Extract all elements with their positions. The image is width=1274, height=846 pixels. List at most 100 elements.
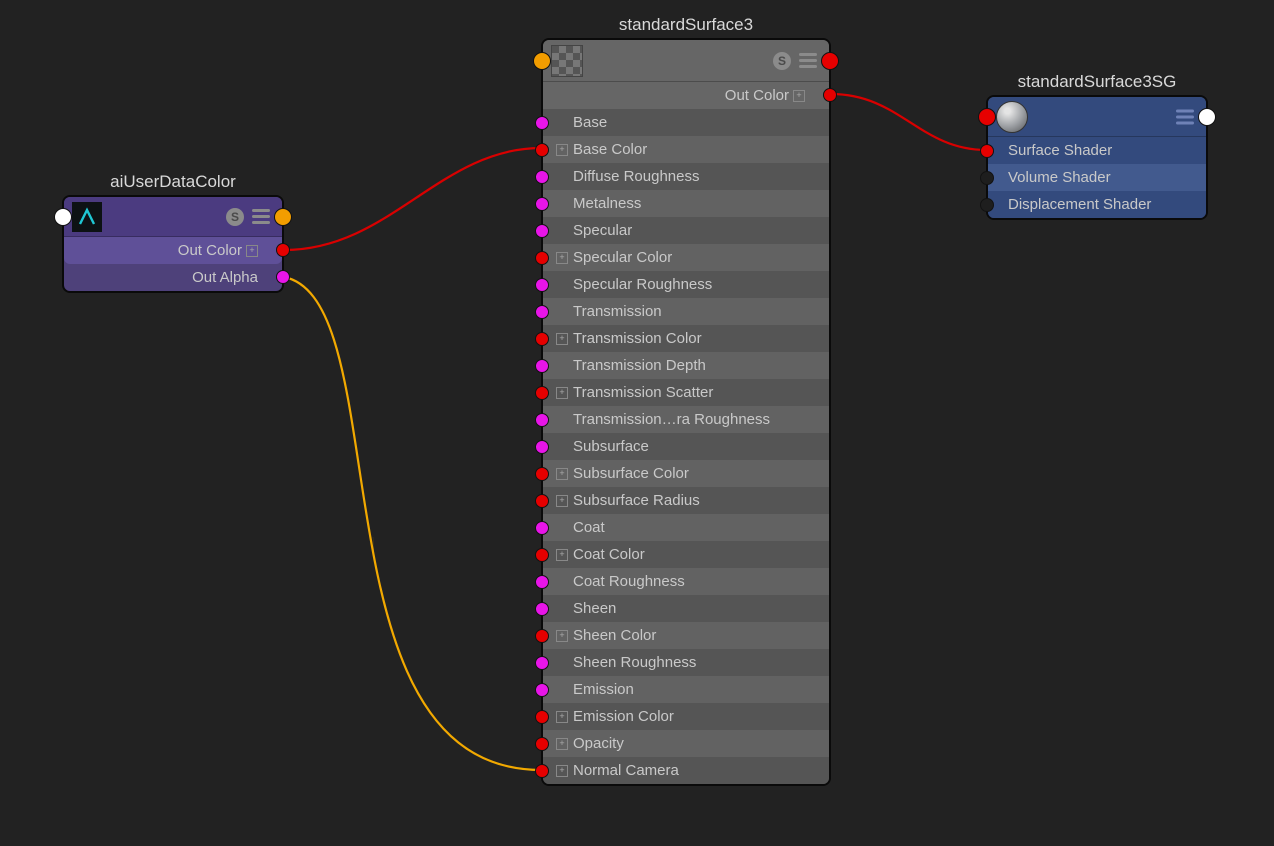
port-out-alpha[interactable]: [276, 270, 290, 284]
output-out-color[interactable]: Out Color: [543, 82, 829, 109]
expand-icon[interactable]: [246, 245, 258, 257]
node-menu-icon[interactable]: [799, 53, 817, 68]
expand-icon[interactable]: [556, 549, 568, 561]
attr-sheen-roughness[interactable]: Sheen Roughness: [543, 649, 829, 676]
port-normal-camera[interactable]: [535, 764, 549, 778]
attr-specular[interactable]: Specular: [543, 217, 829, 244]
port-specular[interactable]: [535, 224, 549, 238]
attr-coat[interactable]: Coat: [543, 514, 829, 541]
port-sheen-roughness[interactable]: [535, 656, 549, 670]
attr-normal-camera[interactable]: Normal Camera: [543, 757, 829, 784]
node-output-port[interactable]: [821, 52, 839, 70]
attr-emission-color[interactable]: Emission Color: [543, 703, 829, 730]
attr-metalness[interactable]: Metalness: [543, 190, 829, 217]
expand-icon[interactable]: [556, 630, 568, 642]
port-sheen-color[interactable]: [535, 629, 549, 643]
expand-icon[interactable]: [556, 765, 568, 777]
node-input-port[interactable]: [978, 108, 996, 126]
port-volume-shader[interactable]: [980, 171, 994, 185]
expand-icon[interactable]: [556, 738, 568, 750]
port-subsurface-color[interactable]: [535, 467, 549, 481]
expand-icon[interactable]: [556, 252, 568, 264]
attr-label: Coat: [573, 519, 605, 536]
port-opacity[interactable]: [535, 737, 549, 751]
attr-specular-color[interactable]: Specular Color: [543, 244, 829, 271]
port-transmission-depth[interactable]: [535, 359, 549, 373]
expand-icon[interactable]: [793, 90, 805, 102]
node-input-port[interactable]: [54, 208, 72, 226]
solo-icon[interactable]: S: [773, 52, 791, 70]
port-metalness[interactable]: [535, 197, 549, 211]
node-menu-icon[interactable]: [1176, 109, 1194, 124]
port-emission[interactable]: [535, 683, 549, 697]
output-label: Out Color: [178, 242, 242, 259]
attr-label: Sheen Roughness: [573, 654, 696, 671]
expand-icon[interactable]: [556, 387, 568, 399]
attr-label: Coat Color: [573, 546, 645, 563]
node-aiuserdatacolor[interactable]: S Out Color Out Alpha: [62, 195, 284, 293]
attr-subsurface[interactable]: Subsurface: [543, 433, 829, 460]
attr-transmission[interactable]: Transmission: [543, 298, 829, 325]
attr-coat-color[interactable]: Coat Color: [543, 541, 829, 568]
node-menu-icon[interactable]: [252, 209, 270, 224]
port-subsurface-radius[interactable]: [535, 494, 549, 508]
attr-transmission-depth[interactable]: Transmission Depth: [543, 352, 829, 379]
port-coat[interactable]: [535, 521, 549, 535]
port-transmission-color[interactable]: [535, 332, 549, 346]
attr-emission[interactable]: Emission: [543, 676, 829, 703]
port-specular-color[interactable]: [535, 251, 549, 265]
port-transmission-scatter[interactable]: [535, 386, 549, 400]
node-standardsurface3[interactable]: S Out Color BaseBase ColorDiffuse Roughn…: [541, 38, 831, 786]
attr-transmission-scatter[interactable]: Transmission Scatter: [543, 379, 829, 406]
attr-coat-roughness[interactable]: Coat Roughness: [543, 568, 829, 595]
port-coat-roughness[interactable]: [535, 575, 549, 589]
attr-opacity[interactable]: Opacity: [543, 730, 829, 757]
port-diffuse-roughness[interactable]: [535, 170, 549, 184]
port-displacement-shader[interactable]: [980, 198, 994, 212]
output-out-alpha[interactable]: Out Alpha: [64, 264, 282, 291]
node-output-port[interactable]: [1198, 108, 1216, 126]
attr-label: Displacement Shader: [1008, 196, 1151, 213]
attr-base[interactable]: Base: [543, 109, 829, 136]
output-out-color[interactable]: Out Color: [64, 237, 282, 264]
port-transmission[interactable]: [535, 305, 549, 319]
port-emission-color[interactable]: [535, 710, 549, 724]
attr-displacement-shader[interactable]: Displacement Shader: [988, 191, 1206, 218]
expand-icon[interactable]: [556, 495, 568, 507]
port-out-color[interactable]: [276, 243, 290, 257]
attr-diffuse-roughness[interactable]: Diffuse Roughness: [543, 163, 829, 190]
port-subsurface[interactable]: [535, 440, 549, 454]
attr-volume-shader[interactable]: Volume Shader: [988, 164, 1206, 191]
solo-icon[interactable]: S: [226, 208, 244, 226]
port-specular-roughness[interactable]: [535, 278, 549, 292]
node-title-sg: standardSurface3SG: [986, 72, 1208, 92]
expand-icon[interactable]: [556, 333, 568, 345]
attr-label: Subsurface: [573, 438, 649, 455]
node-standardsurface3sg[interactable]: Surface ShaderVolume Shader Displacement …: [986, 95, 1208, 220]
port-coat-color[interactable]: [535, 548, 549, 562]
port-out-color[interactable]: [823, 88, 837, 102]
port-transmission-ra-roughness[interactable]: [535, 413, 549, 427]
node-header[interactable]: S: [64, 197, 282, 237]
attr-sheen[interactable]: Sheen: [543, 595, 829, 622]
port-base[interactable]: [535, 116, 549, 130]
attr-sheen-color[interactable]: Sheen Color: [543, 622, 829, 649]
expand-icon[interactable]: [556, 468, 568, 480]
port-sheen[interactable]: [535, 602, 549, 616]
expand-icon[interactable]: [556, 711, 568, 723]
node-output-port[interactable]: [274, 208, 292, 226]
attr-subsurface-radius[interactable]: Subsurface Radius: [543, 487, 829, 514]
port-surface-shader[interactable]: [980, 144, 994, 158]
attr-base-color[interactable]: Base Color: [543, 136, 829, 163]
attr-specular-roughness[interactable]: Specular Roughness: [543, 271, 829, 298]
node-header[interactable]: [988, 97, 1206, 137]
node-header[interactable]: S: [543, 40, 829, 82]
node-input-port[interactable]: [533, 52, 551, 70]
attr-subsurface-color[interactable]: Subsurface Color: [543, 460, 829, 487]
attr-transmission-ra-roughness[interactable]: Transmission…ra Roughness: [543, 406, 829, 433]
port-base-color[interactable]: [535, 143, 549, 157]
attr-transmission-color[interactable]: Transmission Color: [543, 325, 829, 352]
attr-surface-shader[interactable]: Surface Shader: [988, 137, 1206, 164]
expand-icon[interactable]: [556, 144, 568, 156]
swatch-thumbnail-icon: [551, 45, 583, 77]
